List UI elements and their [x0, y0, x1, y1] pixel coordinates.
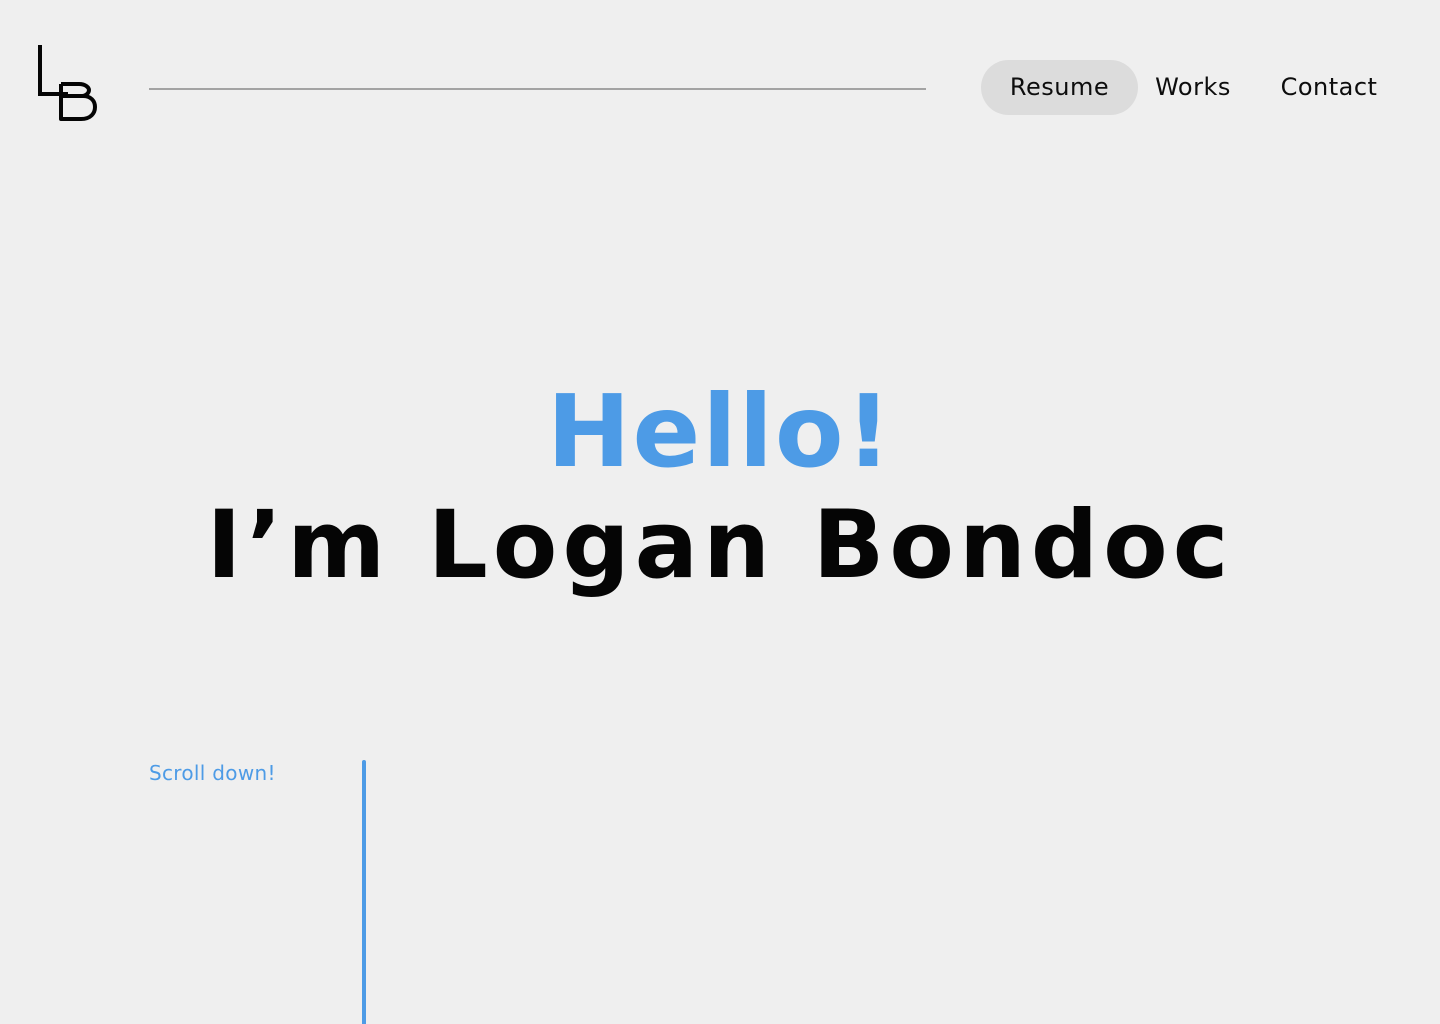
hero-greeting: Hello! — [546, 373, 894, 490]
scroll-indicator-line — [362, 760, 366, 1024]
hero-name: I’m Logan Bondoc — [206, 491, 1234, 600]
main-nav: Resume Works Contact — [0, 60, 1440, 115]
scroll-down-label: Scroll down! — [149, 761, 276, 785]
nav-resume-link[interactable]: Resume — [981, 60, 1138, 115]
nav-works-link[interactable]: Works — [1146, 60, 1240, 115]
nav-contact-link[interactable]: Contact — [1268, 60, 1390, 115]
